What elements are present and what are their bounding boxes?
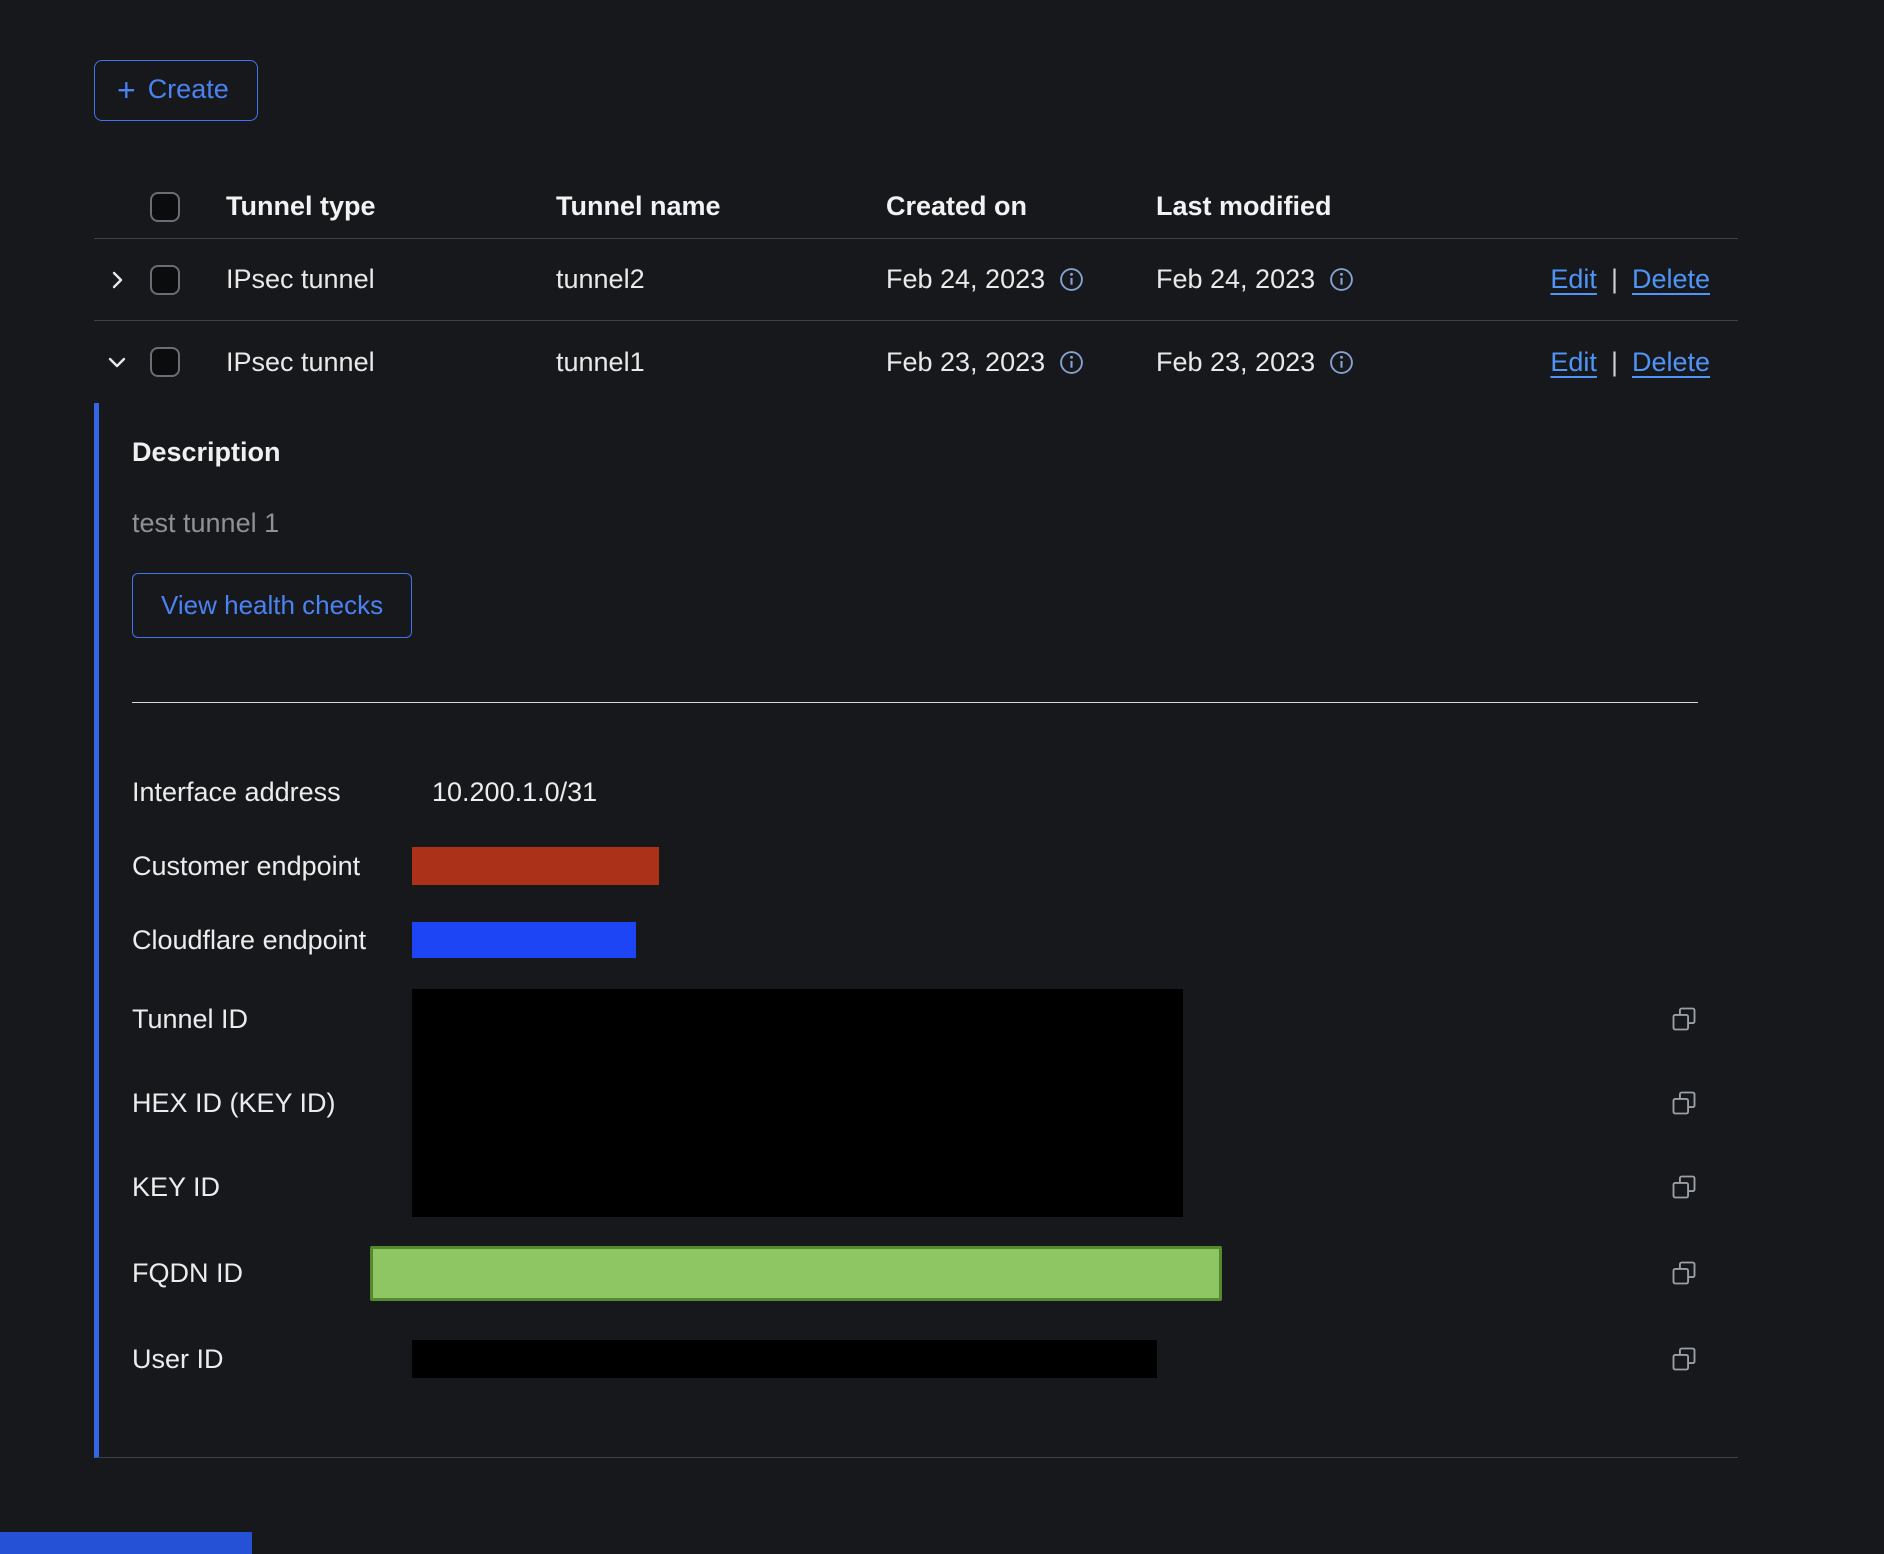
- table-row-tunnel1: IPsec tunnel tunnel1 Feb 23, 2023 Feb 23…: [94, 321, 1738, 403]
- select-all-checkbox[interactable]: [150, 192, 180, 222]
- description-label: Description: [132, 437, 1698, 468]
- field-label: Cloudflare endpoint: [132, 925, 412, 956]
- ids-redaction-block: [412, 989, 1183, 1217]
- cell-last-modified: Feb 23, 2023: [1126, 347, 1416, 378]
- created-date: Feb 24, 2023: [886, 264, 1045, 295]
- tunnels-page: + Create Tunnel type Tunnel name Created…: [0, 0, 1884, 1554]
- copy-icon[interactable]: [1670, 1173, 1698, 1201]
- row-actions: Edit | Delete: [1416, 264, 1738, 295]
- copy-icon[interactable]: [1670, 1005, 1698, 1033]
- cloudflare-endpoint-redaction: [412, 922, 636, 958]
- cell-created-on: Feb 23, 2023: [856, 347, 1126, 378]
- bottom-blue-bar: [0, 1532, 252, 1554]
- info-icon[interactable]: [1329, 267, 1354, 292]
- field-label: Tunnel ID: [132, 1004, 412, 1035]
- header-last-modified: Last modified: [1126, 191, 1416, 222]
- copy-icon[interactable]: [1670, 1259, 1698, 1287]
- interface-address-value: 10.200.1.0/31: [412, 777, 597, 808]
- create-button[interactable]: + Create: [94, 60, 258, 121]
- field-label: HEX ID (KEY ID): [132, 1088, 412, 1119]
- field-label: KEY ID: [132, 1172, 412, 1203]
- delete-link[interactable]: Delete: [1632, 264, 1710, 295]
- table-row-tunnel2: IPsec tunnel tunnel2 Feb 24, 2023 Feb 24…: [94, 239, 1738, 321]
- actions-separator: |: [1611, 264, 1618, 295]
- customer-endpoint-redaction: [412, 847, 659, 885]
- modified-date: Feb 24, 2023: [1156, 264, 1315, 295]
- field-label: User ID: [132, 1344, 412, 1375]
- info-icon[interactable]: [1059, 350, 1084, 375]
- row-actions: Edit | Delete: [1416, 347, 1738, 378]
- fqdn-id-redaction: [370, 1246, 1222, 1301]
- copy-icon[interactable]: [1670, 1345, 1698, 1373]
- chevron-down-icon[interactable]: [105, 350, 129, 374]
- section-divider: [132, 702, 1698, 703]
- field-fqdn-id: FQDN ID: [132, 1229, 1698, 1317]
- info-icon[interactable]: [1329, 350, 1354, 375]
- plus-icon: +: [117, 78, 136, 102]
- header-tunnel-type: Tunnel type: [196, 191, 526, 222]
- chevron-right-icon[interactable]: [105, 268, 129, 292]
- tunnel-detail-panel: Description test tunnel 1 View health ch…: [94, 403, 1738, 1458]
- row-checkbox[interactable]: [150, 265, 180, 295]
- edit-link[interactable]: Edit: [1550, 347, 1597, 378]
- cell-tunnel-type: IPsec tunnel: [196, 347, 526, 378]
- field-user-id: User ID: [132, 1317, 1698, 1401]
- field-customer-endpoint: Customer endpoint: [132, 829, 1698, 903]
- actions-separator: |: [1611, 347, 1618, 378]
- modified-date: Feb 23, 2023: [1156, 347, 1315, 378]
- delete-link[interactable]: Delete: [1632, 347, 1710, 378]
- view-health-checks-button[interactable]: View health checks: [132, 573, 412, 638]
- info-icon[interactable]: [1059, 267, 1084, 292]
- created-date: Feb 23, 2023: [886, 347, 1045, 378]
- table-header-row: Tunnel type Tunnel name Created on Last …: [94, 175, 1738, 239]
- cell-created-on: Feb 24, 2023: [856, 264, 1126, 295]
- page-content: + Create Tunnel type Tunnel name Created…: [0, 0, 1738, 1458]
- tunnels-table: Tunnel type Tunnel name Created on Last …: [94, 175, 1738, 1458]
- header-tunnel-name: Tunnel name: [526, 191, 856, 222]
- user-id-redaction: [412, 1340, 1157, 1378]
- copy-icon[interactable]: [1670, 1089, 1698, 1117]
- field-cloudflare-endpoint: Cloudflare endpoint: [132, 903, 1698, 977]
- edit-link[interactable]: Edit: [1550, 264, 1597, 295]
- field-label: Customer endpoint: [132, 851, 412, 882]
- field-label: Interface address: [132, 777, 412, 808]
- header-created-on: Created on: [856, 191, 1126, 222]
- description-value: test tunnel 1: [132, 508, 1698, 539]
- cell-tunnel-type: IPsec tunnel: [196, 264, 526, 295]
- header-check-cell: [140, 192, 196, 222]
- field-interface-address: Interface address 10.200.1.0/31: [132, 755, 1698, 829]
- row-checkbox[interactable]: [150, 347, 180, 377]
- id-fields-group: Tunnel ID HEX ID (KEY ID) KEY ID: [132, 977, 1698, 1229]
- cell-tunnel-name: tunnel2: [526, 264, 856, 295]
- cell-last-modified: Feb 24, 2023: [1126, 264, 1416, 295]
- cell-tunnel-name: tunnel1: [526, 347, 856, 378]
- create-button-label: Create: [148, 74, 229, 105]
